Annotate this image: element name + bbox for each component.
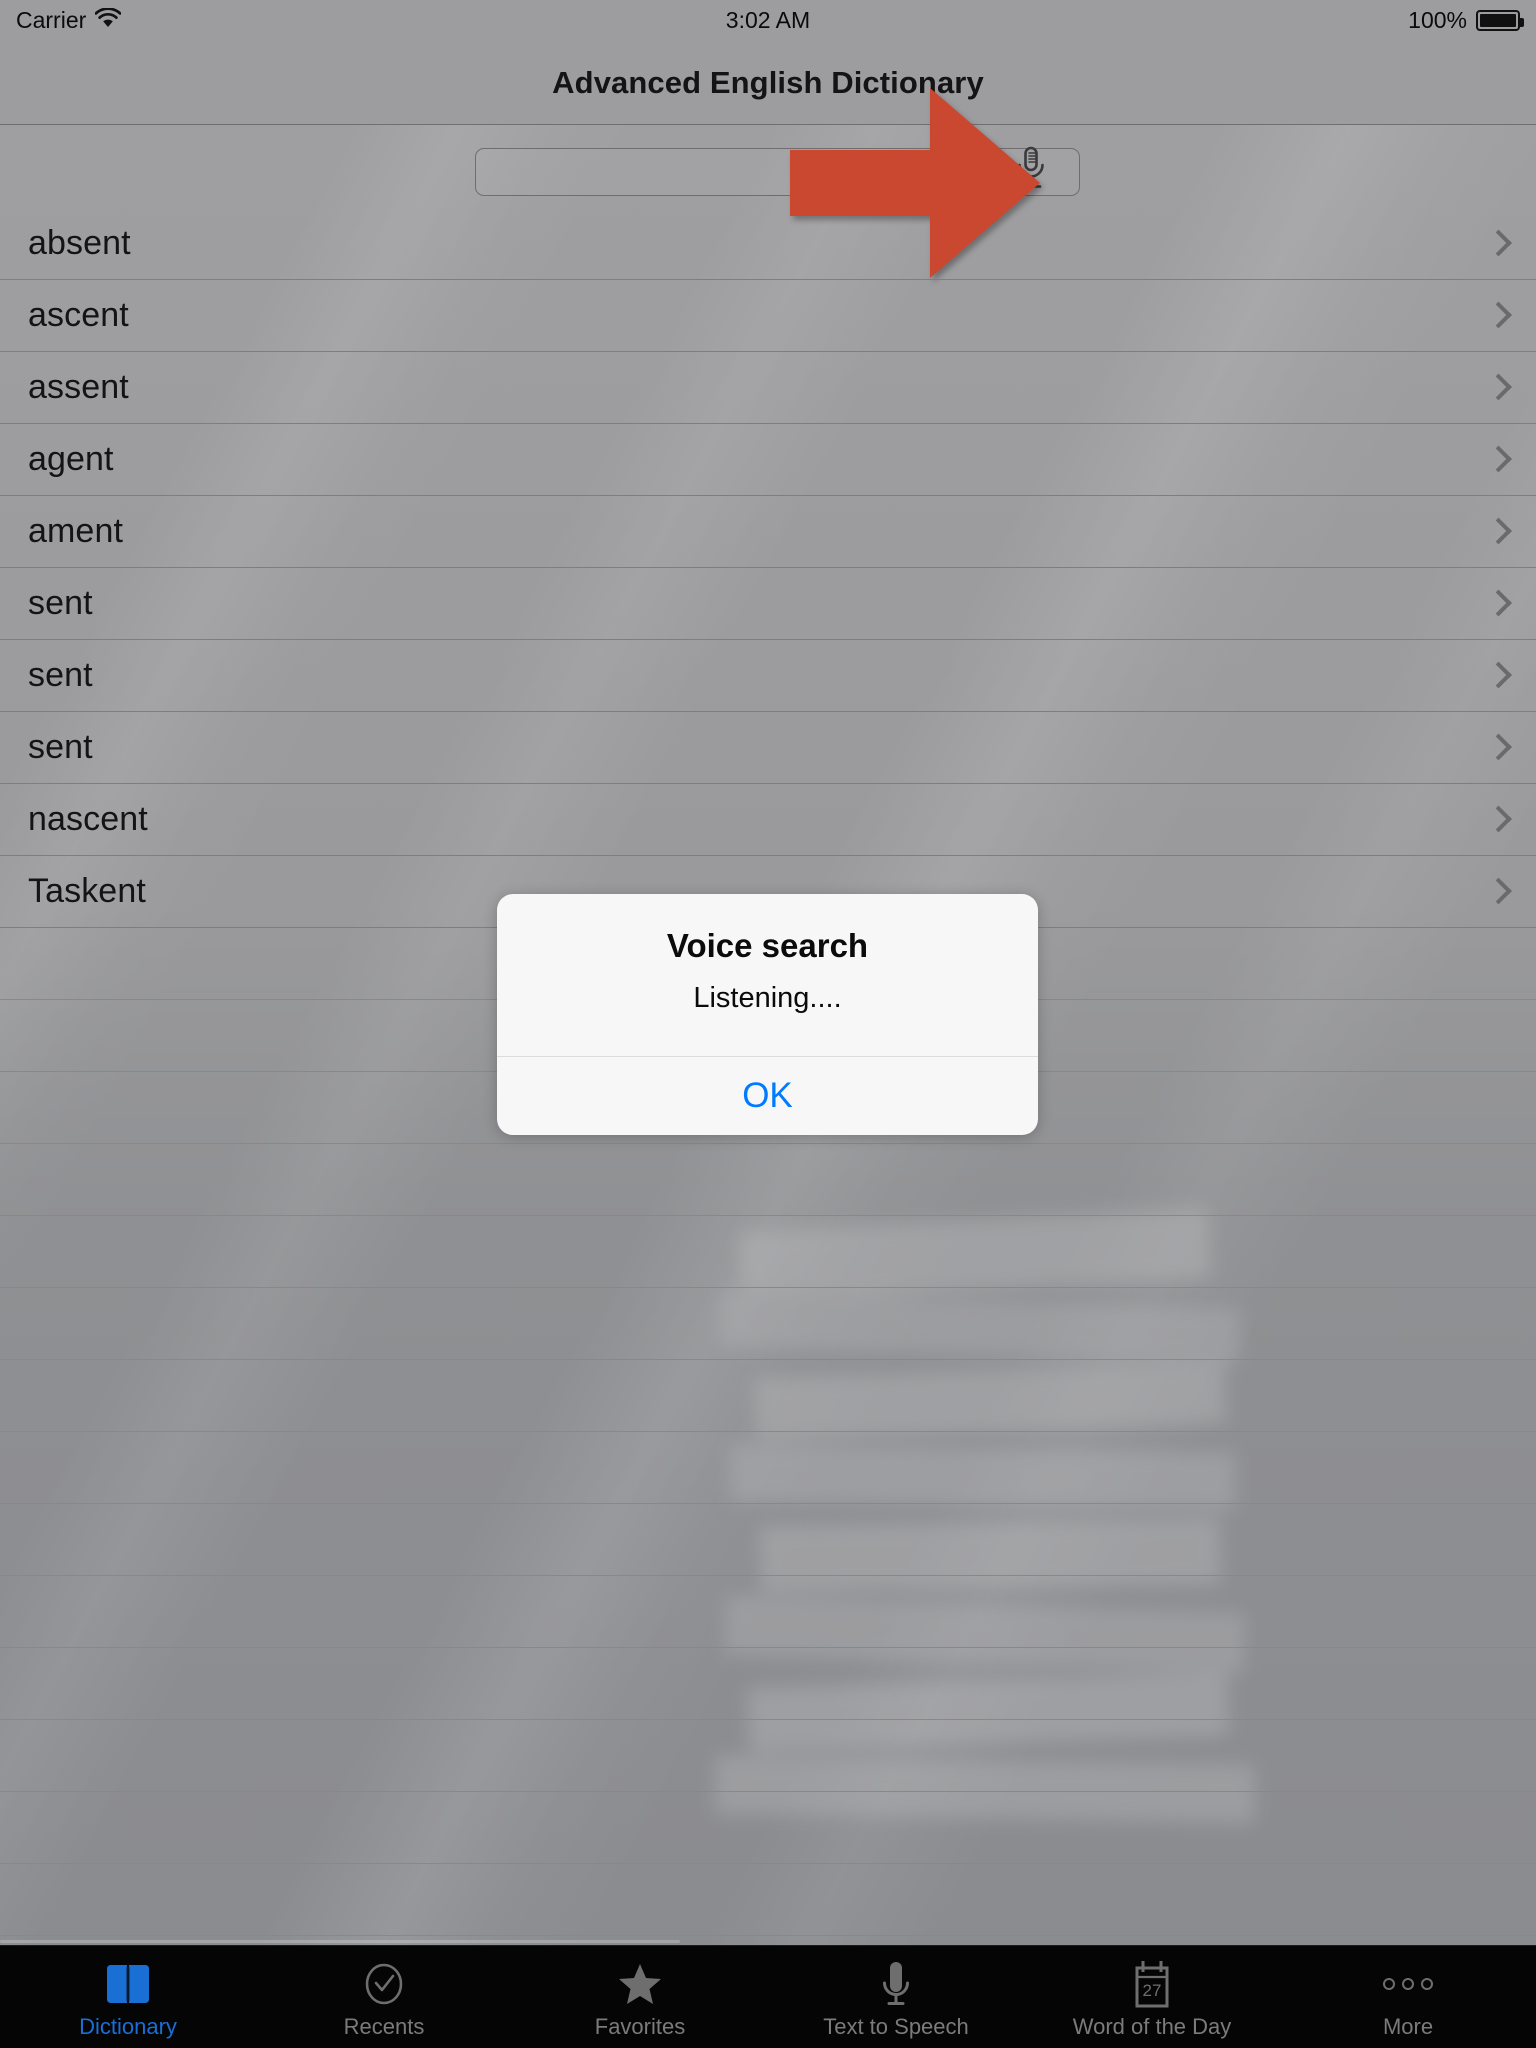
tab-label: Text to Speech (823, 2014, 969, 2039)
alert-message: Listening.... (693, 982, 842, 1014)
empty-row (0, 1576, 1536, 1648)
tab-recents[interactable]: Recents (256, 1946, 512, 2048)
result-word: sent (28, 728, 93, 766)
chevron-right-icon (1487, 876, 1505, 907)
tab-more[interactable]: More (1280, 1946, 1536, 2048)
calendar-27-icon: 27 (1129, 1960, 1175, 2008)
tab-label: Recents (343, 2014, 425, 2039)
tab-label: Dictionary (79, 2014, 177, 2039)
chevron-right-icon (1487, 228, 1505, 259)
empty-row (0, 1288, 1536, 1360)
chevron-right-icon (1487, 516, 1505, 547)
result-word: Taskent (28, 872, 146, 910)
ellipsis-icon (1380, 1960, 1436, 2008)
empty-row (0, 1792, 1536, 1864)
chevron-right-icon (1487, 660, 1505, 691)
status-bar-right: 100% (1408, 6, 1524, 34)
chevron-right-icon (1487, 444, 1505, 475)
result-word: sent (28, 584, 93, 622)
alert-ok-button[interactable]: OK (497, 1057, 1038, 1135)
empty-row (0, 1432, 1536, 1504)
empty-row (0, 1648, 1536, 1720)
chevron-right-icon (1487, 732, 1505, 763)
scroll-indicator[interactable] (0, 1940, 680, 1943)
table-row[interactable]: sent (0, 568, 1536, 640)
clock-check-icon (361, 1960, 407, 2008)
result-word: agent (28, 440, 114, 478)
tab-label: More (1382, 2014, 1434, 2039)
status-bar-time: 3:02 AM (725, 6, 811, 33)
table-row[interactable]: sent (0, 712, 1536, 784)
tab-text-to-speech[interactable]: Text to Speech (768, 1946, 1024, 2048)
chevron-right-icon (1487, 804, 1505, 835)
table-row[interactable]: absent (0, 208, 1536, 280)
table-row[interactable]: ament (0, 496, 1536, 568)
status-bar: Carrier 3:02 AM 100% (0, 0, 1536, 40)
empty-row (0, 1864, 1536, 1936)
result-word: absent (28, 224, 131, 262)
table-row[interactable]: assent (0, 352, 1536, 424)
tab-word-of-the-day[interactable]: 27 Word of the Day (1024, 1946, 1280, 2048)
chevron-right-icon (1487, 300, 1505, 331)
result-word: assent (28, 368, 129, 406)
tab-dictionary[interactable]: Dictionary (0, 1946, 256, 2048)
result-word: ament (28, 512, 123, 550)
result-word: nascent (28, 800, 148, 838)
tab-favorites[interactable]: Favorites (512, 1946, 768, 2048)
alert-title: Voice search (666, 927, 869, 964)
navigation-bar: Advanced English Dictionary (0, 40, 1536, 125)
battery-full-icon (1476, 9, 1524, 31)
tab-bar: Dictionary Recents Favorites Text to Spe… (0, 1945, 1536, 2048)
chevron-right-icon (1487, 372, 1505, 403)
battery-percent-label: 100% (1408, 6, 1467, 33)
tab-label: Favorites (594, 2014, 686, 2039)
table-row[interactable]: nascent (0, 784, 1536, 856)
voice-search-alert: Voice search Listening.... OK (497, 894, 1038, 1135)
tab-label: Word of the Day (1072, 2014, 1232, 2039)
empty-row (0, 1360, 1536, 1432)
table-row[interactable]: sent (0, 640, 1536, 712)
open-book-icon (105, 1960, 151, 2008)
star-icon (617, 1960, 663, 2008)
app-screen: Carrier 3:02 AM 100% Advanced English Di… (0, 0, 1536, 2048)
table-row[interactable]: ascent (0, 280, 1536, 352)
empty-row (0, 1216, 1536, 1288)
alert-body: Voice search Listening.... (497, 894, 1038, 1056)
chevron-right-icon (1487, 588, 1505, 619)
result-word: sent (28, 656, 93, 694)
calendar-day-number: 27 (1143, 1981, 1162, 2000)
empty-row (0, 1720, 1536, 1792)
result-word: ascent (28, 296, 129, 334)
empty-row (0, 1144, 1536, 1216)
microphone-icon (879, 1960, 913, 2008)
table-row[interactable]: agent (0, 424, 1536, 496)
empty-row (0, 1504, 1536, 1576)
